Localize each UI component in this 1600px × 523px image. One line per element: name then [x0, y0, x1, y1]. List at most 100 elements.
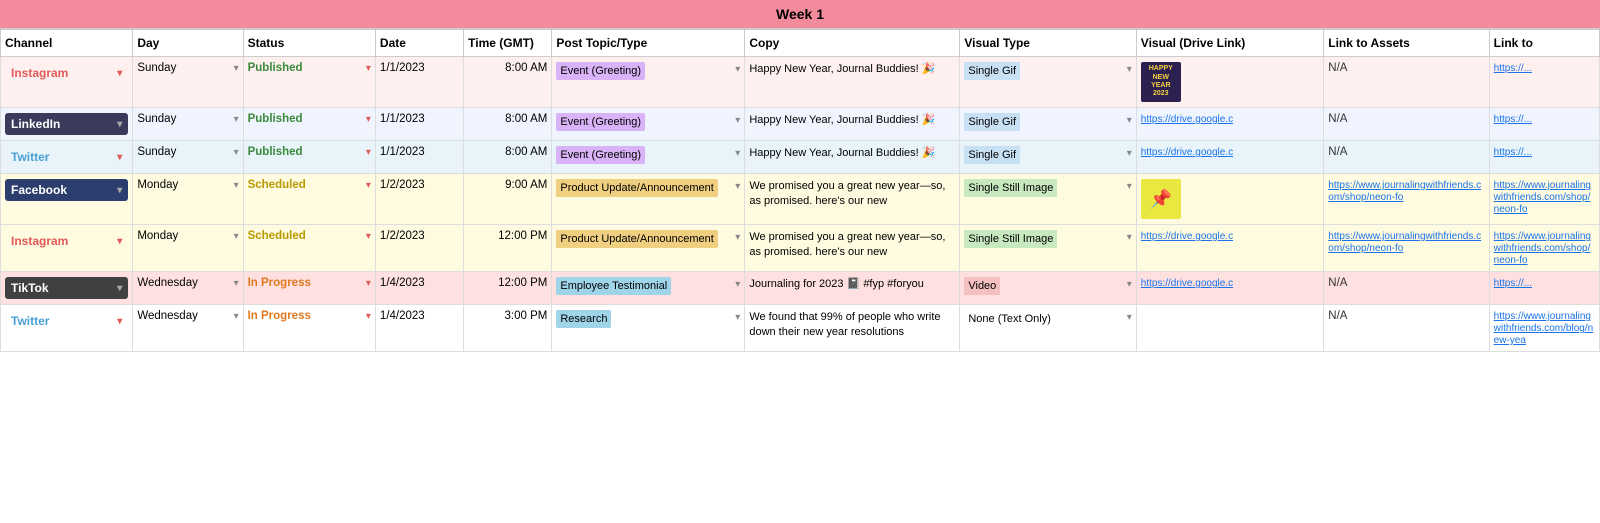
post-topic-dropdown-icon[interactable]: ▾	[735, 312, 740, 323]
status-cell[interactable]: Published ▾	[243, 57, 375, 108]
link-assets-cell[interactable]: https://www.journalingwithfriends.com/sh…	[1324, 174, 1489, 225]
link-to-url[interactable]: https://www.journalingwithfriends.com/sh…	[1494, 231, 1591, 266]
link-assets-cell[interactable]: N/A	[1324, 141, 1489, 174]
link-assets-cell[interactable]: N/A	[1324, 272, 1489, 305]
post-topic-cell[interactable]: Event (Greeting) ▾	[552, 57, 745, 108]
link-to-url[interactable]: https://www.journalingwithfriends.com/bl…	[1494, 311, 1594, 346]
post-topic-cell[interactable]: Product Update/Announcement ▾	[552, 174, 745, 225]
channel-dropdown-icon[interactable]: ▾	[117, 316, 122, 327]
day-dropdown-icon[interactable]: ▾	[234, 114, 239, 125]
link-to-cell[interactable]: https://www.journalingwithfriends.com/sh…	[1489, 225, 1599, 272]
channel-dropdown-icon[interactable]: ▾	[117, 119, 122, 130]
channel-cell[interactable]: Twitter ▾	[1, 141, 133, 174]
day-dropdown-icon[interactable]: ▾	[234, 278, 239, 289]
status-cell[interactable]: Scheduled ▾	[243, 174, 375, 225]
day-dropdown-icon[interactable]: ▾	[234, 231, 239, 242]
visual-type-dropdown-icon[interactable]: ▾	[1127, 279, 1132, 290]
visual-type-cell[interactable]: Single Gif ▾	[960, 57, 1136, 108]
visual-drive-link[interactable]: https://drive.google.c	[1141, 231, 1233, 242]
post-topic-cell[interactable]: Product Update/Announcement ▾	[552, 225, 745, 272]
channel-dropdown-icon[interactable]: ▾	[117, 283, 122, 294]
status-dropdown-icon[interactable]: ▾	[366, 147, 371, 158]
status-cell[interactable]: In Progress ▾	[243, 272, 375, 305]
link-assets-cell[interactable]: N/A	[1324, 57, 1489, 108]
status-dropdown-icon[interactable]: ▾	[366, 278, 371, 289]
channel-cell[interactable]: Instagram ▾	[1, 225, 133, 272]
visual-type-cell[interactable]: Single Still Image ▾	[960, 174, 1136, 225]
post-topic-cell[interactable]: Employee Testimonial ▾	[552, 272, 745, 305]
visual-link-cell[interactable]: HAPPY NEW YEAR2023	[1136, 57, 1323, 108]
channel-dropdown-icon[interactable]: ▾	[117, 185, 122, 196]
visual-type-cell[interactable]: Single Gif ▾	[960, 108, 1136, 141]
visual-link-cell[interactable]	[1136, 305, 1323, 352]
visual-type-dropdown-icon[interactable]: ▾	[1127, 181, 1132, 192]
day-dropdown-icon[interactable]: ▾	[234, 147, 239, 158]
status-cell[interactable]: Scheduled ▾	[243, 225, 375, 272]
day-cell[interactable]: Sunday ▾	[133, 57, 243, 108]
link-assets-url[interactable]: https://www.journalingwithfriends.com/sh…	[1328, 231, 1481, 254]
link-to-cell[interactable]: https://www.journalingwithfriends.com/sh…	[1489, 174, 1599, 225]
post-topic-dropdown-icon[interactable]: ▾	[735, 232, 740, 243]
link-to-cell[interactable]: https://www.journalingwithfriends.com/bl…	[1489, 305, 1599, 352]
visual-drive-link[interactable]: https://drive.google.c	[1141, 147, 1233, 158]
post-topic-dropdown-icon[interactable]: ▾	[735, 181, 740, 192]
visual-link-cell[interactable]: https://drive.google.c	[1136, 225, 1323, 272]
visual-type-cell[interactable]: Single Still Image ▾	[960, 225, 1136, 272]
link-to-url[interactable]: https://www.journalingwithfriends.com/sh…	[1494, 180, 1591, 215]
status-cell[interactable]: Published ▾	[243, 108, 375, 141]
day-dropdown-icon[interactable]: ▾	[234, 63, 239, 74]
visual-type-dropdown-icon[interactable]: ▾	[1127, 312, 1132, 323]
visual-type-dropdown-icon[interactable]: ▾	[1127, 115, 1132, 126]
day-cell[interactable]: Sunday ▾	[133, 108, 243, 141]
channel-dropdown-icon[interactable]: ▾	[117, 68, 122, 79]
status-cell[interactable]: Published ▾	[243, 141, 375, 174]
status-dropdown-icon[interactable]: ▾	[366, 114, 371, 125]
link-to-url[interactable]: https://...	[1494, 278, 1532, 289]
day-dropdown-icon[interactable]: ▾	[234, 180, 239, 191]
visual-type-dropdown-icon[interactable]: ▾	[1127, 232, 1132, 243]
channel-cell[interactable]: LinkedIn ▾	[1, 108, 133, 141]
day-cell[interactable]: Monday ▾	[133, 225, 243, 272]
link-to-cell[interactable]: https://...	[1489, 108, 1599, 141]
day-cell[interactable]: Monday ▾	[133, 174, 243, 225]
visual-type-dropdown-icon[interactable]: ▾	[1127, 148, 1132, 159]
visual-link-cell[interactable]: 📌	[1136, 174, 1323, 225]
channel-cell[interactable]: TikTok ▾	[1, 272, 133, 305]
status-dropdown-icon[interactable]: ▾	[366, 311, 371, 322]
day-dropdown-icon[interactable]: ▾	[234, 311, 239, 322]
post-topic-cell[interactable]: Event (Greeting) ▾	[552, 141, 745, 174]
channel-cell[interactable]: Instagram ▾	[1, 57, 133, 108]
post-topic-dropdown-icon[interactable]: ▾	[735, 279, 740, 290]
visual-drive-link[interactable]: https://drive.google.c	[1141, 114, 1233, 125]
day-cell[interactable]: Wednesday ▾	[133, 305, 243, 352]
post-topic-dropdown-icon[interactable]: ▾	[735, 148, 740, 159]
channel-cell[interactable]: Facebook ▾	[1, 174, 133, 225]
link-assets-cell[interactable]: https://www.journalingwithfriends.com/sh…	[1324, 225, 1489, 272]
visual-type-dropdown-icon[interactable]: ▾	[1127, 64, 1132, 75]
status-dropdown-icon[interactable]: ▾	[366, 231, 371, 242]
visual-type-cell[interactable]: None (Text Only) ▾	[960, 305, 1136, 352]
post-topic-cell[interactable]: Research ▾	[552, 305, 745, 352]
visual-drive-link[interactable]: https://drive.google.c	[1141, 278, 1233, 289]
link-to-cell[interactable]: https://...	[1489, 141, 1599, 174]
day-cell[interactable]: Wednesday ▾	[133, 272, 243, 305]
link-to-url[interactable]: https://...	[1494, 63, 1532, 74]
status-dropdown-icon[interactable]: ▾	[366, 180, 371, 191]
post-topic-cell[interactable]: Event (Greeting) ▾	[552, 108, 745, 141]
visual-link-cell[interactable]: https://drive.google.c	[1136, 272, 1323, 305]
visual-type-cell[interactable]: Single Gif ▾	[960, 141, 1136, 174]
link-to-cell[interactable]: https://...	[1489, 57, 1599, 108]
link-to-url[interactable]: https://...	[1494, 114, 1532, 125]
channel-dropdown-icon[interactable]: ▾	[117, 236, 122, 247]
link-assets-cell[interactable]: N/A	[1324, 305, 1489, 352]
visual-type-cell[interactable]: Video ▾	[960, 272, 1136, 305]
channel-cell[interactable]: Twitter ▾	[1, 305, 133, 352]
post-topic-dropdown-icon[interactable]: ▾	[735, 64, 740, 75]
channel-dropdown-icon[interactable]: ▾	[117, 152, 122, 163]
visual-link-cell[interactable]: https://drive.google.c	[1136, 108, 1323, 141]
post-topic-dropdown-icon[interactable]: ▾	[735, 115, 740, 126]
status-dropdown-icon[interactable]: ▾	[366, 63, 371, 74]
day-cell[interactable]: Sunday ▾	[133, 141, 243, 174]
status-cell[interactable]: In Progress ▾	[243, 305, 375, 352]
link-assets-cell[interactable]: N/A	[1324, 108, 1489, 141]
